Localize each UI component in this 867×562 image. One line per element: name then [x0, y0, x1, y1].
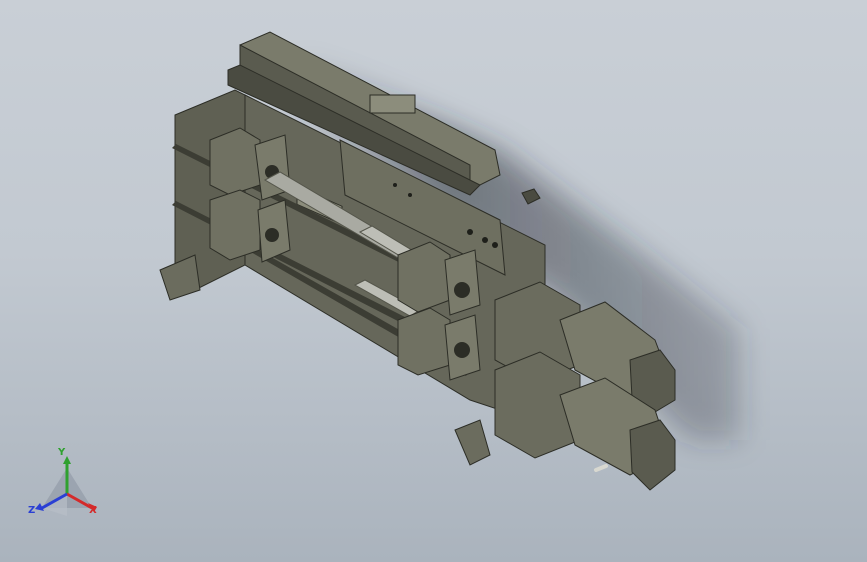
cad-assembly-model[interactable] — [0, 0, 867, 562]
x-axis-label: X — [89, 505, 97, 516]
triad-graphic — [35, 456, 97, 516]
3d-viewport[interactable]: Y X Z — [0, 0, 867, 562]
y-axis-label: Y — [58, 447, 66, 458]
orientation-triad[interactable]: Y X Z — [22, 446, 112, 526]
z-axis-label: Z — [28, 505, 36, 516]
top-block-right — [369, 94, 416, 114]
